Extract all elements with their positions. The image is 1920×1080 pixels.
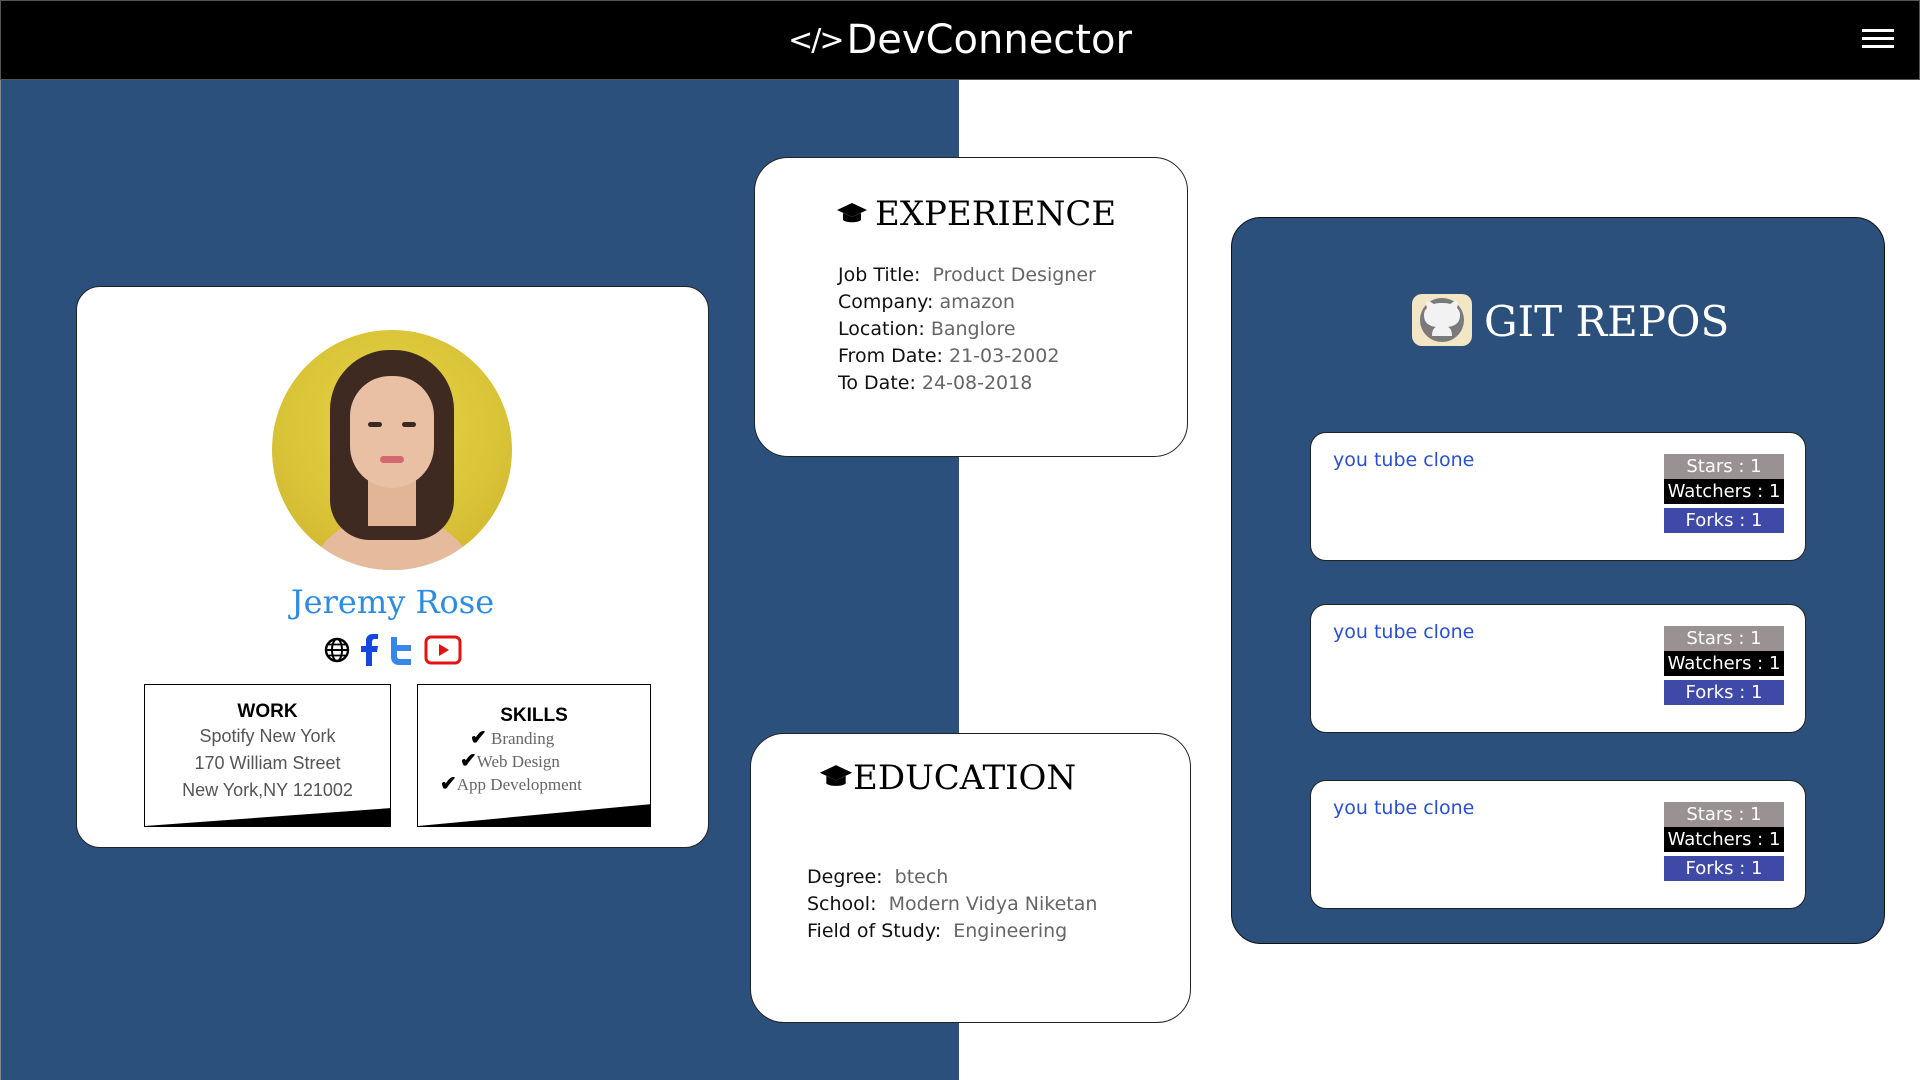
repo-link[interactable]: you tube clone — [1333, 797, 1474, 819]
work-box: WORK Spotify New York 170 William Street… — [144, 684, 391, 827]
brand-name: DevConnector — [846, 17, 1132, 63]
experience-card: EXPERIENCE Job Title: Product Designer C… — [754, 157, 1188, 457]
profile-card: Jeremy Rose WORK Spotify New York 170 Wi… — [76, 286, 709, 848]
experience-details: Job Title: Product Designer Company: ama… — [838, 262, 1096, 397]
repo-stats: Stars : 1 Watchers : 1 Forks : 1 — [1664, 454, 1784, 533]
education-details: Degree: btech School: Modern Vidya Niket… — [807, 864, 1097, 945]
skills-box: SKILLS ✔ Branding ✔Web Design ✔App Devel… — [417, 684, 651, 827]
navbar: </> DevConnector — [0, 0, 1920, 80]
graduation-cap-icon — [819, 760, 853, 800]
stars-badge: Stars : 1 — [1664, 454, 1784, 479]
git-repos-panel: GIT REPOS you tube clone Stars : 1 Watch… — [1231, 217, 1885, 944]
repo-link[interactable]: you tube clone — [1333, 449, 1474, 471]
skill-item: ✔ Branding — [470, 727, 555, 749]
globe-icon[interactable] — [324, 637, 350, 663]
stars-badge: Stars : 1 — [1664, 802, 1784, 827]
decorative-slant — [145, 808, 390, 826]
detail-row: Company: amazon — [838, 291, 1015, 313]
avatar — [272, 330, 512, 570]
graduation-cap-icon — [837, 196, 867, 236]
check-icon: ✔ — [440, 773, 457, 795]
experience-title: EXPERIENCE — [837, 194, 1116, 236]
check-icon: ✔ — [470, 727, 487, 749]
repo-link[interactable]: you tube clone — [1333, 621, 1474, 643]
work-street: 170 William Street — [194, 753, 341, 773]
forks-badge: Forks : 1 — [1664, 680, 1784, 705]
forks-badge: Forks : 1 — [1664, 856, 1784, 881]
code-icon: </> — [788, 23, 844, 58]
github-icon — [1410, 290, 1474, 360]
youtube-icon[interactable] — [424, 635, 462, 665]
social-links — [77, 634, 708, 666]
detail-row: Degree: btech — [807, 866, 949, 888]
decorative-slant — [418, 804, 650, 826]
check-icon: ✔ — [460, 750, 477, 772]
git-repos-title: GIT REPOS — [1410, 290, 1729, 360]
brand-link[interactable]: </> DevConnector — [1, 15, 1919, 66]
skill-item: ✔Web Design — [460, 750, 560, 772]
repo-stats: Stars : 1 Watchers : 1 Forks : 1 — [1664, 626, 1784, 705]
hamburger-menu-icon[interactable] — [1862, 29, 1894, 53]
watchers-badge: Watchers : 1 — [1664, 651, 1784, 676]
detail-row: To Date: 24-08-2018 — [838, 372, 1033, 394]
repo-stats: Stars : 1 Watchers : 1 Forks : 1 — [1664, 802, 1784, 881]
skills-heading: SKILLS — [500, 705, 568, 726]
detail-row: From Date: 21-03-2002 — [838, 345, 1060, 367]
detail-row: Job Title: Product Designer — [838, 264, 1096, 286]
watchers-badge: Watchers : 1 — [1664, 479, 1784, 504]
education-title: EDUCATION — [819, 758, 1076, 800]
work-city: New York,NY 121002 — [182, 780, 353, 800]
education-card: EDUCATION Degree: btech School: Modern V… — [750, 733, 1191, 1023]
detail-row: Location: Banglore — [838, 318, 1016, 340]
forks-badge: Forks : 1 — [1664, 508, 1784, 533]
detail-row: School: Modern Vidya Niketan — [807, 893, 1098, 915]
work-company: Spotify New York — [199, 726, 336, 746]
watchers-badge: Watchers : 1 — [1664, 827, 1784, 852]
stars-badge: Stars : 1 — [1664, 626, 1784, 651]
detail-row: Field of Study: Engineering — [807, 920, 1068, 942]
work-heading: WORK — [237, 701, 298, 722]
repo-card: you tube clone Stars : 1 Watchers : 1 Fo… — [1310, 604, 1806, 733]
repo-card: you tube clone Stars : 1 Watchers : 1 Fo… — [1310, 432, 1806, 561]
twitter-icon[interactable] — [388, 635, 416, 665]
profile-name: Jeremy Rose — [290, 583, 495, 621]
repo-card: you tube clone Stars : 1 Watchers : 1 Fo… — [1310, 780, 1806, 909]
facebook-icon[interactable] — [358, 634, 380, 666]
skill-item: ✔App Development — [440, 773, 582, 795]
